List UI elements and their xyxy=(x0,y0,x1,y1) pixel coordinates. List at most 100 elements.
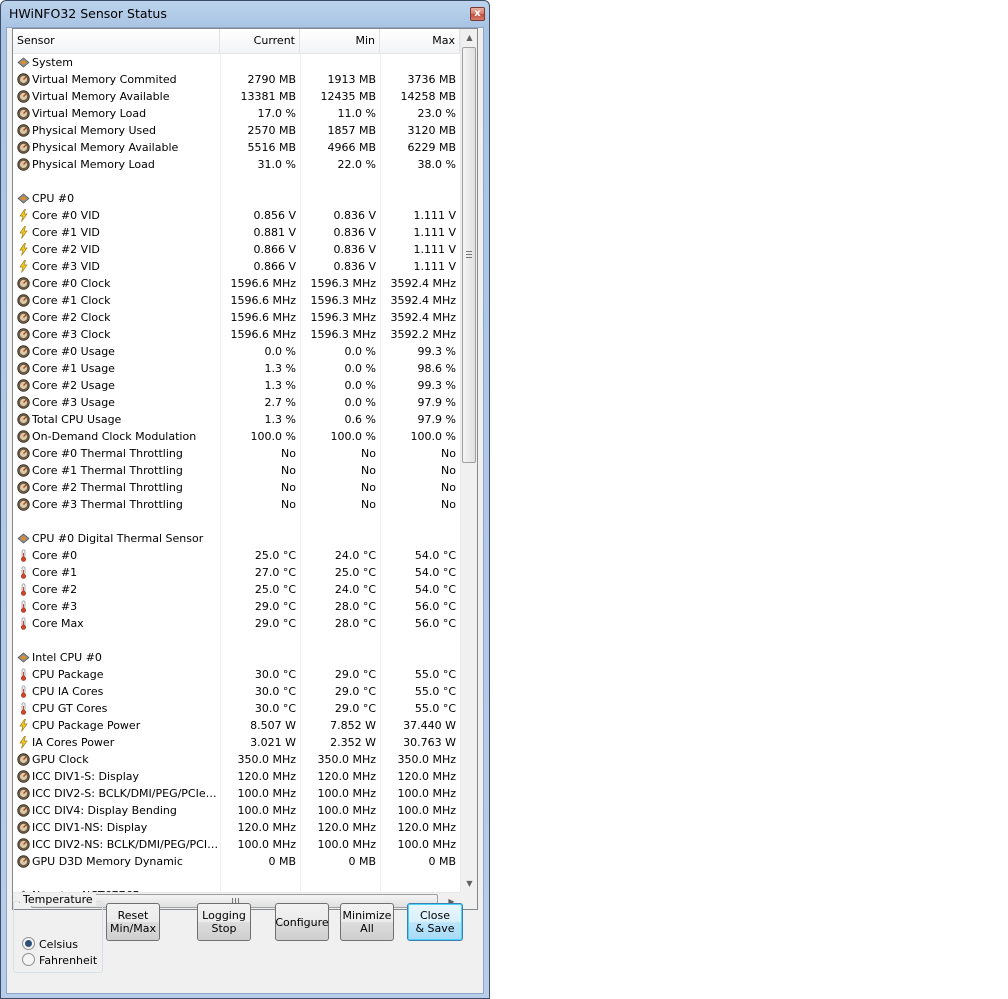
sensor-row[interactable]: CPU IA Cores 30.0 °C 29.0 °C 55.0 °C xyxy=(13,683,460,700)
sensor-row[interactable]: ICC DIV2-S: BCLK/DMI/PEG/PCIe/P... 100.0 … xyxy=(13,785,460,802)
chip-icon xyxy=(17,651,30,664)
sensor-row[interactable]: Core #0 Clock 1596.6 MHz 1596.3 MHz 3592.4 … xyxy=(13,275,460,292)
title-bar[interactable]: HWiNFO32 Sensor Status x xyxy=(1,1,489,27)
sensor-row[interactable]: Core #2 Thermal Throttling No No No xyxy=(13,479,460,496)
column-header-min[interactable]: Min xyxy=(300,29,380,53)
sensor-group-row[interactable]: CPU #0 Digital Thermal Sensor xyxy=(13,530,460,547)
sensor-row[interactable]: Core #3 29.0 °C 28.0 °C 56.0 °C xyxy=(13,598,460,615)
current-value: 2.7 % xyxy=(264,396,296,409)
scroll-down-arrow-icon[interactable]: ▼ xyxy=(461,875,477,892)
sensor-name: Core #1 xyxy=(32,566,78,579)
sensor-row[interactable]: Core #1 Usage 1.3 % 0.0 % 98.6 % xyxy=(13,360,460,377)
sensor-row[interactable]: ICC DIV4: Display Bending 100.0 MHz 100.0 … xyxy=(13,802,460,819)
configure-button[interactable]: Configure xyxy=(275,903,329,941)
sensor-row[interactable]: Virtual Memory Commited 2790 MB 1913 MB 373… xyxy=(13,71,460,88)
sensor-row[interactable]: Core #1 Thermal Throttling No No No xyxy=(13,462,460,479)
thermometer-icon xyxy=(17,702,30,715)
sensor-row[interactable]: Core Max 29.0 °C 28.0 °C 56.0 °C xyxy=(13,615,460,632)
close-save-button[interactable]: Close & Save xyxy=(407,903,463,941)
sensor-row[interactable]: CPU GT Cores 30.0 °C 29.0 °C 55.0 °C xyxy=(13,700,460,717)
sensor-row[interactable]: Core #0 Usage 0.0 % 0.0 % 99.3 % xyxy=(13,343,460,360)
sensor-row[interactable]: Core #2 Clock 1596.6 MHz 1596.3 MHz 3592.4 … xyxy=(13,309,460,326)
blank-row xyxy=(13,513,460,530)
radio-selected-icon[interactable] xyxy=(22,937,35,950)
sensor-row[interactable]: GPU D3D Memory Dynamic 0 MB 0 MB 0 MB xyxy=(13,853,460,870)
vertical-scrollbar[interactable]: ▲ ▼ xyxy=(460,29,477,892)
sensor-row[interactable]: CPU Package 30.0 °C 29.0 °C 55.0 °C xyxy=(13,666,460,683)
sensor-row[interactable]: IA Cores Power 3.021 W 2.352 W 30.763 W xyxy=(13,734,460,751)
min-value: 1596.3 MHz xyxy=(310,277,376,290)
scroll-up-arrow-icon[interactable]: ▲ xyxy=(461,29,477,46)
sensor-row[interactable]: Core #2 Usage 1.3 % 0.0 % 99.3 % xyxy=(13,377,460,394)
sensor-row[interactable]: Physical Memory Used 2570 MB 1857 MB 3120 M… xyxy=(13,122,460,139)
gauge-icon xyxy=(17,481,30,494)
gauge-icon xyxy=(17,379,30,392)
sensor-row[interactable]: Core #3 Usage 2.7 % 0.0 % 97.9 % xyxy=(13,394,460,411)
sensor-name: ICC DIV4: Display Bending xyxy=(32,804,177,817)
max-value: 30.763 W xyxy=(403,736,456,749)
sensor-row[interactable]: Core #1 VID 0.881 V 0.836 V 1.111 V xyxy=(13,224,460,241)
sensor-name: Virtual Memory Commited xyxy=(32,73,177,86)
reset-min-max-button[interactable]: Reset Min/Max xyxy=(106,903,160,941)
gauge-icon xyxy=(17,804,30,817)
minimize-all-button[interactable]: Minimize All xyxy=(340,903,394,941)
sensor-row[interactable]: Physical Memory Available 5516 MB 4966 MB 6… xyxy=(13,139,460,156)
sensor-row[interactable]: Physical Memory Load 31.0 % 22.0 % 38.0 % xyxy=(13,156,460,173)
column-header-current[interactable]: Current xyxy=(220,29,300,53)
sensor-name: CPU IA Cores xyxy=(32,685,104,698)
sensor-row[interactable]: Core #0 25.0 °C 24.0 °C 54.0 °C xyxy=(13,547,460,564)
lightning-icon xyxy=(17,260,30,273)
sensor-row[interactable]: GPU Clock 350.0 MHz 350.0 MHz 350.0 MHz xyxy=(13,751,460,768)
min-value: 0.0 % xyxy=(344,345,376,358)
sensor-row[interactable]: Core #1 Clock 1596.6 MHz 1596.3 MHz 3592.4 … xyxy=(13,292,460,309)
sensor-row[interactable]: ICC DIV1-S: Display 120.0 MHz 120.0 MHz 120… xyxy=(13,768,460,785)
celsius-radio[interactable]: Celsius xyxy=(22,937,78,953)
sensor-row[interactable]: Virtual Memory Load 17.0 % 11.0 % 23.0 % xyxy=(13,105,460,122)
gauge-icon xyxy=(17,158,30,171)
sensor-name: GPU D3D Memory Dynamic xyxy=(32,855,183,868)
sensor-row[interactable]: Core #2 VID 0.866 V 0.836 V 1.111 V xyxy=(13,241,460,258)
sensor-list[interactable]: Sensor Current Min Max System Virtual Mem… xyxy=(12,28,478,910)
min-value: 24.0 °C xyxy=(334,583,376,596)
sensor-row[interactable]: Virtual Memory Available 13381 MB 12435 MB… xyxy=(13,88,460,105)
gauge-icon xyxy=(17,855,30,868)
thermometer-icon xyxy=(17,549,30,562)
min-value: 29.0 °C xyxy=(334,668,376,681)
gauge-icon xyxy=(17,464,30,477)
current-value: 29.0 °C xyxy=(254,617,296,630)
sensor-group-row[interactable]: System xyxy=(13,54,460,71)
sensor-row[interactable]: Total CPU Usage 1.3 % 0.6 % 97.9 % xyxy=(13,411,460,428)
column-header-max[interactable]: Max xyxy=(380,29,460,53)
sensor-row[interactable]: CPU Package Power 8.507 W 7.852 W 37.440 W xyxy=(13,717,460,734)
sensor-row[interactable]: Core #0 VID 0.856 V 0.836 V 1.111 V xyxy=(13,207,460,224)
sensor-row[interactable]: Core #0 Thermal Throttling No No No xyxy=(13,445,460,462)
vertical-scroll-thumb[interactable] xyxy=(462,47,476,463)
gauge-icon xyxy=(17,277,30,290)
logging-stop-button[interactable]: Logging Stop xyxy=(197,903,251,941)
current-value: 120.0 MHz xyxy=(237,821,296,834)
min-value: 1596.3 MHz xyxy=(310,328,376,341)
sensor-rows: System Virtual Memory Commited 2790 MB 1913… xyxy=(13,54,460,904)
sensor-row[interactable]: Core #3 VID 0.866 V 0.836 V 1.111 V xyxy=(13,258,460,275)
sensor-row[interactable]: Core #3 Thermal Throttling No No No xyxy=(13,496,460,513)
sensor-row[interactable]: Core #2 25.0 °C 24.0 °C 54.0 °C xyxy=(13,581,460,598)
column-header-sensor[interactable]: Sensor xyxy=(13,29,220,53)
sensor-group-row[interactable]: CPU #0 xyxy=(13,190,460,207)
sensor-row[interactable]: Core #1 27.0 °C 25.0 °C 54.0 °C xyxy=(13,564,460,581)
sensor-row[interactable]: On-Demand Clock Modulation 100.0 % 100.0 %… xyxy=(13,428,460,445)
max-value: 3592.4 MHz xyxy=(390,294,456,307)
window-close-button[interactable]: x xyxy=(470,7,485,21)
sensor-name: Core #3 VID xyxy=(32,260,100,273)
max-value: No xyxy=(441,498,456,511)
sensor-row[interactable]: ICC DIV1-NS: Display 120.0 MHz 120.0 MHz 12… xyxy=(13,819,460,836)
sensor-name: Core #3 Thermal Throttling xyxy=(32,498,183,511)
min-value: 0.836 V xyxy=(333,209,376,222)
sensor-row[interactable]: Core #3 Clock 1596.6 MHz 1596.3 MHz 3592.2 … xyxy=(13,326,460,343)
radio-unselected-icon[interactable] xyxy=(22,953,35,966)
current-value: 29.0 °C xyxy=(254,600,296,613)
sensor-row[interactable]: ICC DIV2-NS: BCLK/DMI/PEG/PCIe/... 100.0 … xyxy=(13,836,460,853)
sensor-name: Total CPU Usage xyxy=(32,413,122,426)
current-value: 100.0 MHz xyxy=(237,787,296,800)
fahrenheit-radio[interactable]: Fahrenheit xyxy=(22,953,97,969)
sensor-group-row[interactable]: Intel CPU #0 xyxy=(13,649,460,666)
